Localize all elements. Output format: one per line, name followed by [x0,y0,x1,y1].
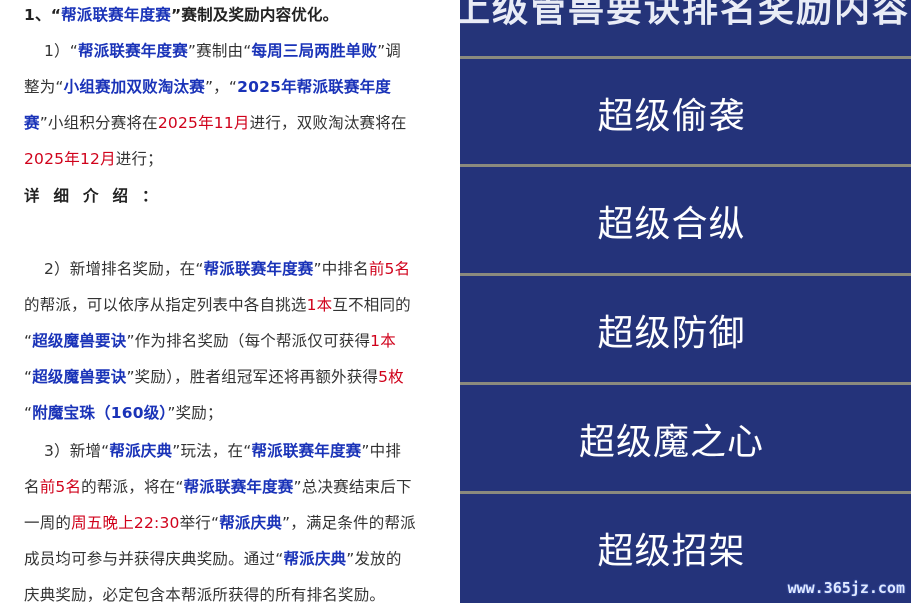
date-highlight: 2025年11月 [157,114,250,132]
details-heading: 详细介绍： [24,187,172,205]
skill-book-panel: 上级管兽要诀排名奖励内容 超级偷袭 超级合纵 超级防御 超级魔之心 超级招架 w… [460,0,911,603]
skill-item-super-defense: 超级防御 [460,276,911,384]
p1-line-1: 1）“帮派联赛年度赛”赛制由“每周三局两胜单败”调 [44,42,402,60]
p3-line-1: 3）新增“帮派庆典”玩法，在“帮派联赛年度赛”中排 [44,442,402,460]
p2-line-3: “超级魔兽要诀”作为排名奖励（每个帮派仅可获得1本 [24,332,396,350]
announcement-document: 1、“帮派联赛年度赛”赛制及奖励内容优化。 1）“帮派联赛年度赛”赛制由“每周三… [0,0,460,603]
p2-line-5: “附魔宝珠（160级）”奖励； [24,404,223,422]
skill-item-super-demon-heart: 超级魔之心 [460,385,911,493]
date-highlight: 2025年12月 [24,150,116,168]
p1-line-2: 整为“小组赛加双败淘汰赛”，“2025年帮派联赛年度 [24,78,391,96]
panel-title: 上级管兽要诀排名奖励内容 [460,0,911,30]
screenshot-root: 1、“帮派联赛年度赛”赛制及奖励内容优化。 1）“帮派联赛年度赛”赛制由“每周三… [0,0,911,603]
panel-title-strip: 上级管兽要诀排名奖励内容 [460,0,911,56]
event-name: 帮派联赛年度赛 [61,6,171,24]
skill-item-super-alliance: 超级合纵 [460,167,911,275]
p3-line-3: 一周的周五晚上22:30举行“帮派庆典”，满足条件的帮派 [24,514,416,532]
p3-line-4: 成员均可参与并获得庆典奖励。通过“帮派庆典”发放的 [24,550,402,568]
p2-line-2: 的帮派，可以依序从指定列表中各自挑选1本互不相同的 [24,296,411,314]
site-watermark: www.365jz.com [787,579,905,597]
time-highlight: 周五晚上22:30 [71,514,180,532]
section-number: 1、 [24,6,51,24]
p1-line-4: 2025年12月进行； [24,150,163,168]
p2-line-4: “超级魔兽要诀”奖励），胜者组冠军还将再额外获得5枚 [24,368,404,386]
skill-item-super-sneak-attack: 超级偷袭 [460,59,911,167]
p1-line-3: 赛”小组积分赛将在2025年11月进行，双败淘汰赛将在 [24,114,407,132]
section-1-heading: 1、“帮派联赛年度赛”赛制及奖励内容优化。 [24,6,339,24]
p2-line-1: 2）新增排名奖励，在“帮派联赛年度赛”中排名前5名 [44,260,411,278]
p3-line-5: 庆典奖励，必定包含本帮派所获得的所有排名奖励。 [24,586,386,603]
p3-line-2: 名前5名的帮派，将在“帮派联赛年度赛”总决赛结束后下 [24,478,412,496]
